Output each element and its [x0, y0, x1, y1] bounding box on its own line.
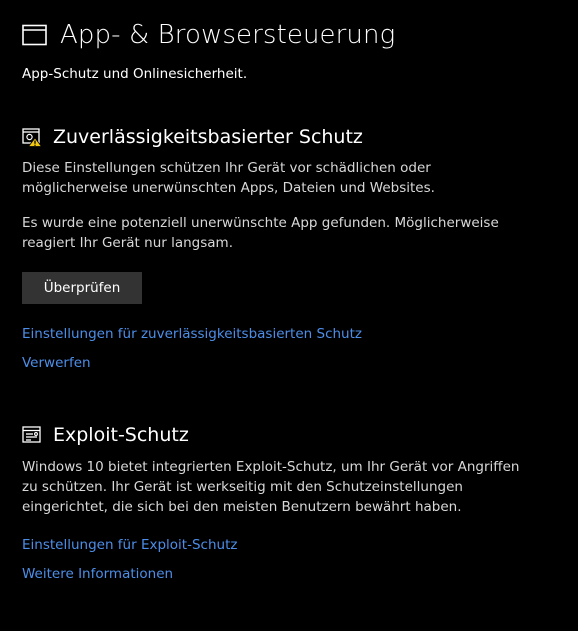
- page-header: App- & Browsersteuerung: [22, 18, 395, 52]
- page-subtitle: App-Schutz und Onlinesicherheit.: [22, 66, 248, 82]
- more-info-link[interactable]: Weitere Informationen: [22, 566, 173, 582]
- reputation-section-title: Zuverlässigkeitsbasierter Schutz: [53, 126, 363, 148]
- reputation-settings-link[interactable]: Einstellungen für zuverlässigkeitsbasier…: [22, 326, 362, 342]
- reputation-description: Diese Einstellungen schützen Ihr Gerät v…: [22, 160, 435, 196]
- exploit-protection-icon: [22, 425, 42, 445]
- app-browser-window-icon: [22, 24, 47, 46]
- check-button[interactable]: Überprüfen: [22, 272, 142, 304]
- exploit-description: Windows 10 bietet integrierten Exploit-S…: [22, 459, 520, 515]
- reputation-warning-text: Es wurde eine potenziell unerwünschte Ap…: [22, 215, 499, 251]
- app-browser-control-page: App- & Browsersteuerung App-Schutz und O…: [0, 0, 578, 631]
- exploit-section-header: Exploit-Schutz: [22, 423, 189, 447]
- exploit-section-title: Exploit-Schutz: [53, 424, 189, 446]
- page-title: App- & Browsersteuerung: [60, 20, 396, 50]
- dismiss-link[interactable]: Verwerfen: [22, 355, 91, 371]
- reputation-shield-warning-icon: [22, 127, 43, 147]
- reputation-section-header: Zuverlässigkeitsbasierter Schutz: [22, 125, 363, 149]
- exploit-settings-link[interactable]: Einstellungen für Exploit-Schutz: [22, 537, 237, 553]
